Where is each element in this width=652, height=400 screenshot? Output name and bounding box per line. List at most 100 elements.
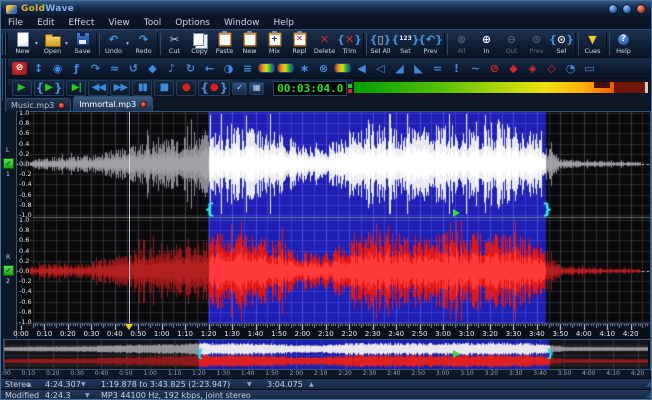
overview-tick-label: 0:50 [119,371,132,377]
toolbar-copy-button[interactable]: Copy [187,31,212,58]
effect-maximize-volume-icon[interactable]: ! [447,59,466,77]
effect-mechanize-icon[interactable]: ◆ [143,59,162,77]
toolbar-repl-button[interactable]: ✕Repl [287,31,312,58]
transport-monitor-button[interactable]: ✓ [232,82,247,95]
toolbar-open-button[interactable]: Open [40,31,65,58]
effect-match-volume-icon[interactable]: = [428,59,447,77]
menu-effect[interactable]: Effect [62,17,102,29]
maximize-button[interactable] [622,4,632,14]
menu-tool[interactable]: Tool [137,17,168,29]
playback-marker-icon[interactable] [453,209,460,217]
toolbar-prev-button[interactable]: ⊙Prev [524,31,549,58]
length-short-dropdown-icon[interactable]: ▼ [85,390,90,400]
toolbar-sel-all-button[interactable]: {▯}Sel All [368,31,393,58]
effect-reverse-icon[interactable]: ↻ [181,59,200,77]
title-bar[interactable]: GoldWave [1,1,651,17]
toolbar-mix-button[interactable]: +Mix [262,31,287,58]
effect-pan-icon[interactable]: ◑ [219,59,238,77]
toolbar-prev-button[interactable]: {↶}Prev [418,31,443,58]
toolbar-sel-button[interactable]: {⊙}Sel [549,31,574,58]
overview-tick-label: 0:20 [46,371,59,377]
effect-comment-icon[interactable]: ▭ [580,59,599,77]
transport-rewind-button[interactable]: ◀◀ [88,80,108,96]
effect-offset-icon[interactable]: ← [200,59,219,77]
overview-selection-start-handle[interactable]: { [196,348,204,359]
toolbar-save-button[interactable]: Save [70,31,95,58]
toolbar-paste-button[interactable]: Paste [212,31,237,58]
transport-play-button[interactable]: ▶ [12,80,32,96]
tab-close-icon[interactable] [58,102,65,109]
effect-spectrogram-icon[interactable] [276,59,295,77]
effect-stereo-pan-icon[interactable]: ◈ [523,59,542,77]
time-tick-label: 3:30 [506,331,522,338]
effect-interpolate-icon[interactable]: ∗ [295,59,314,77]
transport-visuals-button[interactable]: ▦ [249,82,264,95]
effect-spectrum-filter-icon[interactable] [333,59,352,77]
toolbar-in-button[interactable]: ⊕In [474,31,499,58]
menu-options[interactable]: Options [168,17,217,29]
tab-close-icon[interactable] [140,101,147,108]
time-tick-label: 2:10 [318,331,334,338]
effect-silence-icon[interactable]: ⊘ [485,59,504,77]
toolbar-new-button[interactable]: New [10,31,35,58]
amplitude-tick: -0.2 [18,278,33,285]
effect-timer-icon[interactable]: ◔ [561,59,580,77]
transport-record-selection-button[interactable]: ● [198,80,230,96]
time-axis[interactable]: 0:000:100:200:300:400:501:001:101:201:30… [17,323,650,338]
effect-disable-gadgets-icon[interactable]: ⊘ [10,59,29,77]
transport-stop-button[interactable]: ■ [154,80,174,96]
effect-fade-in-icon[interactable]: ◢ [390,59,409,77]
menu-view[interactable]: View [101,17,136,29]
selection-end-handle[interactable]: } [542,202,553,217]
toolbar-set-button[interactable]: {123}Set [393,31,418,58]
minimize-button[interactable] [608,4,618,14]
transport-pause-button[interactable]: ▮▮ [132,80,152,96]
effect-filter-icon[interactable]: ≈ [105,59,124,77]
effect-equalizer-icon[interactable]: ≡ [238,59,257,77]
transport-play-selection-button[interactable]: ▶ [34,80,65,96]
menu-help[interactable]: Help [266,17,301,29]
tab-music-mp3[interactable]: Music.mp3 [5,98,71,111]
effect-volume-icon[interactable]: ◁ [371,59,390,77]
toolbar-cues-button[interactable]: ▼Cues [580,31,605,58]
channel-right-checkbox[interactable]: ✓ [3,265,14,276]
toolbar-trim-button[interactable]: {✕}Trim [337,31,362,58]
menu-window[interactable]: Window [217,17,267,29]
effect-stereo-swap-icon[interactable]: ◇ [542,59,561,77]
toolbar-redo-button[interactable]: ↷Redo [131,31,156,58]
status-length-short[interactable]: 4:24.3 [45,390,71,400]
effect-expand-shrink-icon[interactable]: ↕ [29,59,48,77]
channel-left-checkbox[interactable]: ✓ [3,158,14,169]
tab-immortal-mp3[interactable]: Immortal.mp3 [73,96,153,111]
effect-fade-out-icon[interactable]: ◣ [409,59,428,77]
close-button[interactable] [636,4,646,14]
toolbar-all-button[interactable]: ⊗All [449,31,474,58]
toolbar-new-button[interactable]: ▫New [237,31,262,58]
effect-spectrum-icon[interactable] [257,59,276,77]
resize-grip-icon[interactable]: ◢ [646,390,651,400]
transport-record-button[interactable]: ● [176,80,196,96]
effect-expression-evaluator-icon[interactable]: ƒ [67,59,86,77]
menu-edit[interactable]: Edit [30,17,61,29]
effect-stereo-left-icon[interactable]: ◆ [504,59,523,77]
transport-fast-forward-button[interactable]: ▶▶ [110,80,130,96]
toolbar-help-button[interactable]: ?Help [611,31,636,58]
effect-shape-volume-icon[interactable]: ~ [466,59,485,77]
effect-noise-reduction-icon[interactable]: ⊗ [314,59,333,77]
transport-play-all-button[interactable]: ▶| [66,80,86,96]
effect-playback-device-icon[interactable]: ◀ [352,59,371,77]
effect-device-controls-icon[interactable]: ◉ [48,59,67,77]
waveform-canvas[interactable] [17,112,650,323]
menu-file[interactable]: File [1,17,30,29]
effect-flange-icon[interactable]: ↺ [124,59,143,77]
time-tick-label: 2:30 [365,331,381,338]
effect-pitch-icon[interactable]: ♪ [162,59,181,77]
selection-start-handle[interactable]: { [204,202,215,217]
overview-selection-end-handle[interactable]: } [546,348,554,359]
effect-doppler-icon[interactable]: ↷ [86,59,105,77]
toolbar-delete-button[interactable]: ✕Delete [312,31,337,58]
toolbar-undo-button[interactable]: ↶Undo [101,31,126,58]
toolbar-out-button[interactable]: ⊖Out [499,31,524,58]
cue-marker-icon[interactable] [125,324,133,330]
toolbar-cut-button[interactable]: ✂Cut [162,31,187,58]
